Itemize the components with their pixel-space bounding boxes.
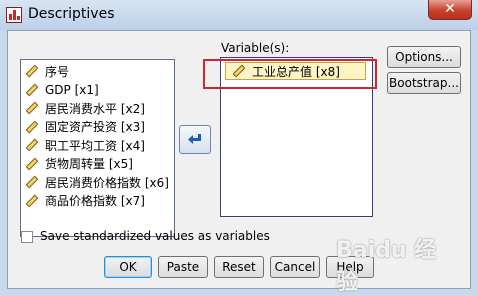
save-standardized-label: Save standardized values as variables xyxy=(40,229,270,243)
variable-label: GDP [x1] xyxy=(45,82,99,97)
window-title: Descriptives xyxy=(28,6,115,22)
scale-variable-icon xyxy=(25,175,39,189)
scale-variable-icon xyxy=(25,101,39,115)
list-item[interactable]: 固定资产投资 [x3] xyxy=(21,118,174,137)
list-item[interactable]: 职工平均工资 [x4] xyxy=(21,136,174,155)
close-button[interactable]: ✕ xyxy=(428,0,472,20)
list-item[interactable]: GDP [x1] xyxy=(21,81,174,100)
variables-label: Variable(s): xyxy=(221,41,290,55)
scale-variable-icon xyxy=(25,83,39,97)
arrow-left-icon xyxy=(188,133,201,144)
title-bar: Descriptives ✕ xyxy=(0,0,478,30)
variable-label: 固定资产投资 [x3] xyxy=(45,120,145,135)
paste-button[interactable]: Paste xyxy=(158,256,208,278)
variable-label: 商品价格指数 [x7] xyxy=(45,194,145,209)
variable-label: 职工平均工资 [x4] xyxy=(45,138,145,153)
list-item[interactable]: 居民消费水平 [x2] xyxy=(21,99,174,118)
list-item[interactable]: 序号 xyxy=(21,62,174,81)
reset-button[interactable]: Reset xyxy=(214,256,264,278)
spss-app-icon xyxy=(6,7,22,23)
scale-variable-icon xyxy=(25,120,39,134)
scale-variable-icon xyxy=(25,138,39,152)
list-item[interactable]: 居民消费价格指数 [x6] xyxy=(21,173,174,192)
scale-variable-icon xyxy=(25,194,39,208)
list-item[interactable]: 商品价格指数 [x7] xyxy=(21,192,174,211)
help-button[interactable]: Help xyxy=(326,256,374,278)
variable-label: 货物周转量 [x5] xyxy=(45,157,133,172)
annotation-highlight xyxy=(203,59,377,89)
variable-label: 居民消费价格指数 [x6] xyxy=(45,175,169,190)
save-standardized-checkbox[interactable] xyxy=(21,231,33,243)
dialog-body: 序号 GDP [x1] 居民消费水平 [x2] 固定资产投资 [x3] 职工平均… xyxy=(7,30,471,289)
variable-label: 序号 xyxy=(45,64,70,79)
move-variable-button[interactable] xyxy=(179,125,211,154)
source-variable-list[interactable]: 序号 GDP [x1] 居民消费水平 [x2] 固定资产投资 [x3] 职工平均… xyxy=(20,59,175,237)
list-item[interactable]: 货物周转量 [x5] xyxy=(21,155,174,174)
ok-button[interactable]: OK xyxy=(104,256,152,278)
options-button[interactable]: Options... xyxy=(387,46,461,68)
cancel-button[interactable]: Cancel xyxy=(270,256,320,278)
scale-variable-icon xyxy=(25,157,39,171)
bootstrap-button[interactable]: Bootstrap... xyxy=(387,72,461,94)
scale-variable-icon xyxy=(25,64,39,78)
variable-label: 居民消费水平 [x2] xyxy=(45,101,145,116)
